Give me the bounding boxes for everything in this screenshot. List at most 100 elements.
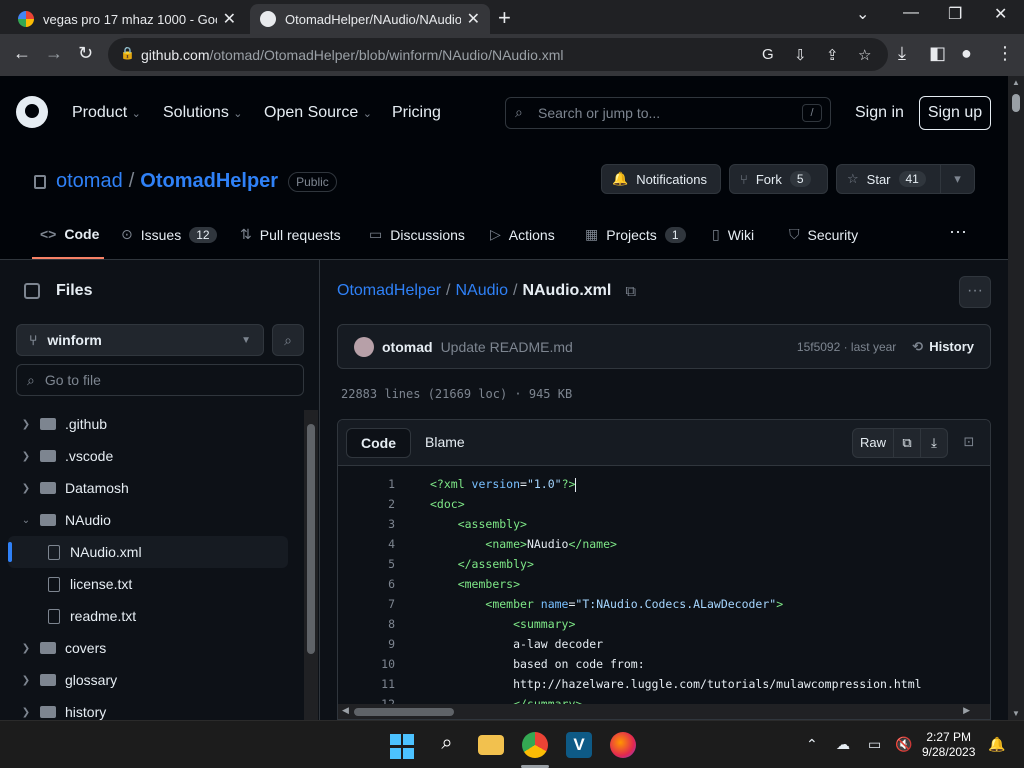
notification-bell-icon[interactable]: 🔔 <box>988 736 1005 753</box>
scrollbar-thumb[interactable] <box>1012 94 1020 112</box>
line-number[interactable]: 5 <box>338 554 395 574</box>
avatar[interactable] <box>354 336 374 357</box>
code-lines[interactable]: 1 <?xml version="1.0"?> 2 <doc> 3 <assembly>… <box>338 466 990 719</box>
repo-name-link[interactable]: OtomadHelper <box>140 170 278 193</box>
tree-item-vscode[interactable]: ❯ .vscode <box>0 440 300 472</box>
tab-pull-requests[interactable]: ⇅ Pull requests <box>240 226 341 243</box>
scroll-down-icon[interactable]: ▼ <box>1012 709 1020 718</box>
search-files-button[interactable]: ⌕ <box>272 324 304 356</box>
history-button[interactable]: ⟲ History <box>912 339 974 355</box>
line-number[interactable]: 4 <box>338 534 395 554</box>
download-icon[interactable]: ⤓ <box>898 43 906 64</box>
horizontal-scrollbar[interactable]: ◀ ▶ <box>338 704 990 719</box>
tab-discussions[interactable]: ▭ Discussions <box>369 226 465 243</box>
display-icon[interactable]: ▭ <box>868 736 881 753</box>
tree-item-covers[interactable]: ❯ covers <box>0 632 300 664</box>
branch-selector[interactable]: ⑂ winform ▼ <box>16 324 264 356</box>
tab-actions[interactable]: ▷ Actions <box>490 226 555 243</box>
download-raw-button[interactable]: ⤓ <box>920 428 948 458</box>
tree-item-naudio[interactable]: ⌄ NAudio <box>0 504 300 536</box>
reload-icon[interactable]: ↻ <box>78 43 93 64</box>
github-logo-icon[interactable] <box>16 96 48 128</box>
volume-muted-icon[interactable]: 🔇 <box>895 736 912 753</box>
collapse-sidebar-icon[interactable] <box>24 283 40 299</box>
fork-button[interactable]: ⑂ Fork 5 <box>729 164 828 194</box>
install-icon[interactable]: ⇩ <box>794 46 807 64</box>
notifications-button[interactable]: 🔔 Notifications <box>601 164 721 194</box>
close-window-icon[interactable]: ✕ <box>994 4 1007 24</box>
raw-button[interactable]: Raw <box>852 428 894 458</box>
commit-message-link[interactable]: Update README.md <box>441 339 573 355</box>
copy-raw-button[interactable]: ⧉ <box>893 428 921 458</box>
go-to-file-input[interactable]: ⌕ Go to file <box>16 364 304 396</box>
search-icon[interactable]: ⌕ <box>434 732 460 758</box>
lock-icon[interactable]: 🔒 <box>120 46 135 60</box>
browser-tab-google[interactable]: vegas pro 17 mhaz 1000 - Google ✕ <box>8 4 246 34</box>
close-tab-icon[interactable]: ✕ <box>223 9 236 29</box>
tab-projects[interactable]: ▦ Projects 1 <box>585 226 686 243</box>
forward-icon[interactable]: → <box>45 43 63 64</box>
bookmark-star-icon[interactable]: ☆ <box>858 46 871 64</box>
tree-item-datamosh[interactable]: ❯ Datamosh <box>0 472 300 504</box>
nav-open-source[interactable]: Open Source ⌄ <box>264 104 372 122</box>
vegas-icon[interactable]: V <box>566 732 592 758</box>
blame-view-button[interactable]: Blame <box>411 428 479 458</box>
nav-pricing[interactable]: Pricing <box>392 104 441 122</box>
side-panel-icon[interactable]: ◧ <box>929 43 946 64</box>
symbols-panel-button[interactable]: ⊡ <box>954 428 984 458</box>
nav-solutions[interactable]: Solutions ⌄ <box>163 104 243 122</box>
tab-issues[interactable]: ⊙ Issues 12 <box>121 226 217 243</box>
new-tab-icon[interactable]: + <box>498 5 511 31</box>
line-number[interactable]: 8 <box>338 614 395 634</box>
line-number[interactable]: 3 <box>338 514 395 534</box>
scroll-right-icon[interactable]: ▶ <box>963 705 970 716</box>
star-dropdown-button[interactable]: ▾ <box>940 164 975 194</box>
file-explorer-icon[interactable] <box>478 735 504 755</box>
line-number[interactable]: 7 <box>338 594 395 614</box>
back-icon[interactable]: ← <box>13 43 31 64</box>
code-view-button[interactable]: Code <box>346 428 411 458</box>
nav-product[interactable]: Product ⌄ <box>72 104 141 122</box>
tree-item-license-txt[interactable]: license.txt <box>0 568 300 600</box>
more-tabs-button[interactable]: ··· <box>949 221 967 242</box>
scrollbar-thumb[interactable] <box>307 424 315 654</box>
address-bar[interactable]: 🔒 github.com/otomad/OtomadHelper/blob/wi… <box>108 38 888 71</box>
commit-author-link[interactable]: otomad <box>382 339 433 355</box>
page-scrollbar[interactable]: ▲ ▼ <box>1008 76 1024 720</box>
tab-search-icon[interactable]: ⌄ <box>856 4 869 24</box>
scrollbar-thumb[interactable] <box>354 708 454 716</box>
tab-code[interactable]: <> Code <box>40 226 99 242</box>
search-input[interactable]: ⌕ Search or jump to... / <box>505 97 831 129</box>
restore-icon[interactable]: ❐ <box>948 4 962 24</box>
chrome-icon[interactable] <box>522 732 548 758</box>
tab-wiki[interactable]: ▯ Wiki <box>712 226 754 243</box>
menu-icon[interactable]: ⋮ <box>996 43 1014 64</box>
share-icon[interactable]: ⇪ <box>826 46 839 64</box>
repo-owner-link[interactable]: otomad <box>56 170 123 193</box>
browser-tab-github[interactable]: OtomadHelper/NAudio/NAudio.xml ✕ <box>250 4 490 34</box>
breadcrumb-repo-link[interactable]: OtomadHelper <box>337 282 441 300</box>
line-number[interactable]: 9 <box>338 634 395 654</box>
url-text[interactable]: github.com/otomad/OtomadHelper/blob/winf… <box>141 47 564 63</box>
line-number[interactable]: 2 <box>338 494 395 514</box>
line-number[interactable]: 11 <box>338 674 395 694</box>
profile-icon[interactable]: ● <box>961 43 972 64</box>
tree-item-readme-txt[interactable]: readme.txt <box>0 600 300 632</box>
taskbar-clock[interactable]: 2:27 PM 9/28/2023 <box>922 730 975 760</box>
tree-item-github[interactable]: ❯ .github <box>0 408 300 440</box>
line-number[interactable]: 6 <box>338 574 395 594</box>
sign-up-button[interactable]: Sign up <box>919 96 991 130</box>
tree-item-naudio-xml[interactable]: NAudio.xml <box>8 536 288 568</box>
file-options-button[interactable]: ··· <box>959 276 991 308</box>
copy-path-icon[interactable]: ⧉ <box>625 283 636 300</box>
star-button[interactable]: ☆ Star 41 <box>836 164 941 194</box>
tree-item-history[interactable]: ❯ history <box>0 696 300 720</box>
start-icon[interactable] <box>390 734 416 760</box>
tree-item-glossary[interactable]: ❯ glossary <box>0 664 300 696</box>
close-tab-icon[interactable]: ✕ <box>467 9 480 29</box>
onedrive-icon[interactable]: ☁ <box>836 736 850 753</box>
minimize-icon[interactable]: — <box>903 4 919 22</box>
google-lens-icon[interactable]: G <box>762 46 774 63</box>
chevron-up-icon[interactable]: ⌃ <box>806 736 818 753</box>
sign-in-link[interactable]: Sign in <box>855 104 904 122</box>
